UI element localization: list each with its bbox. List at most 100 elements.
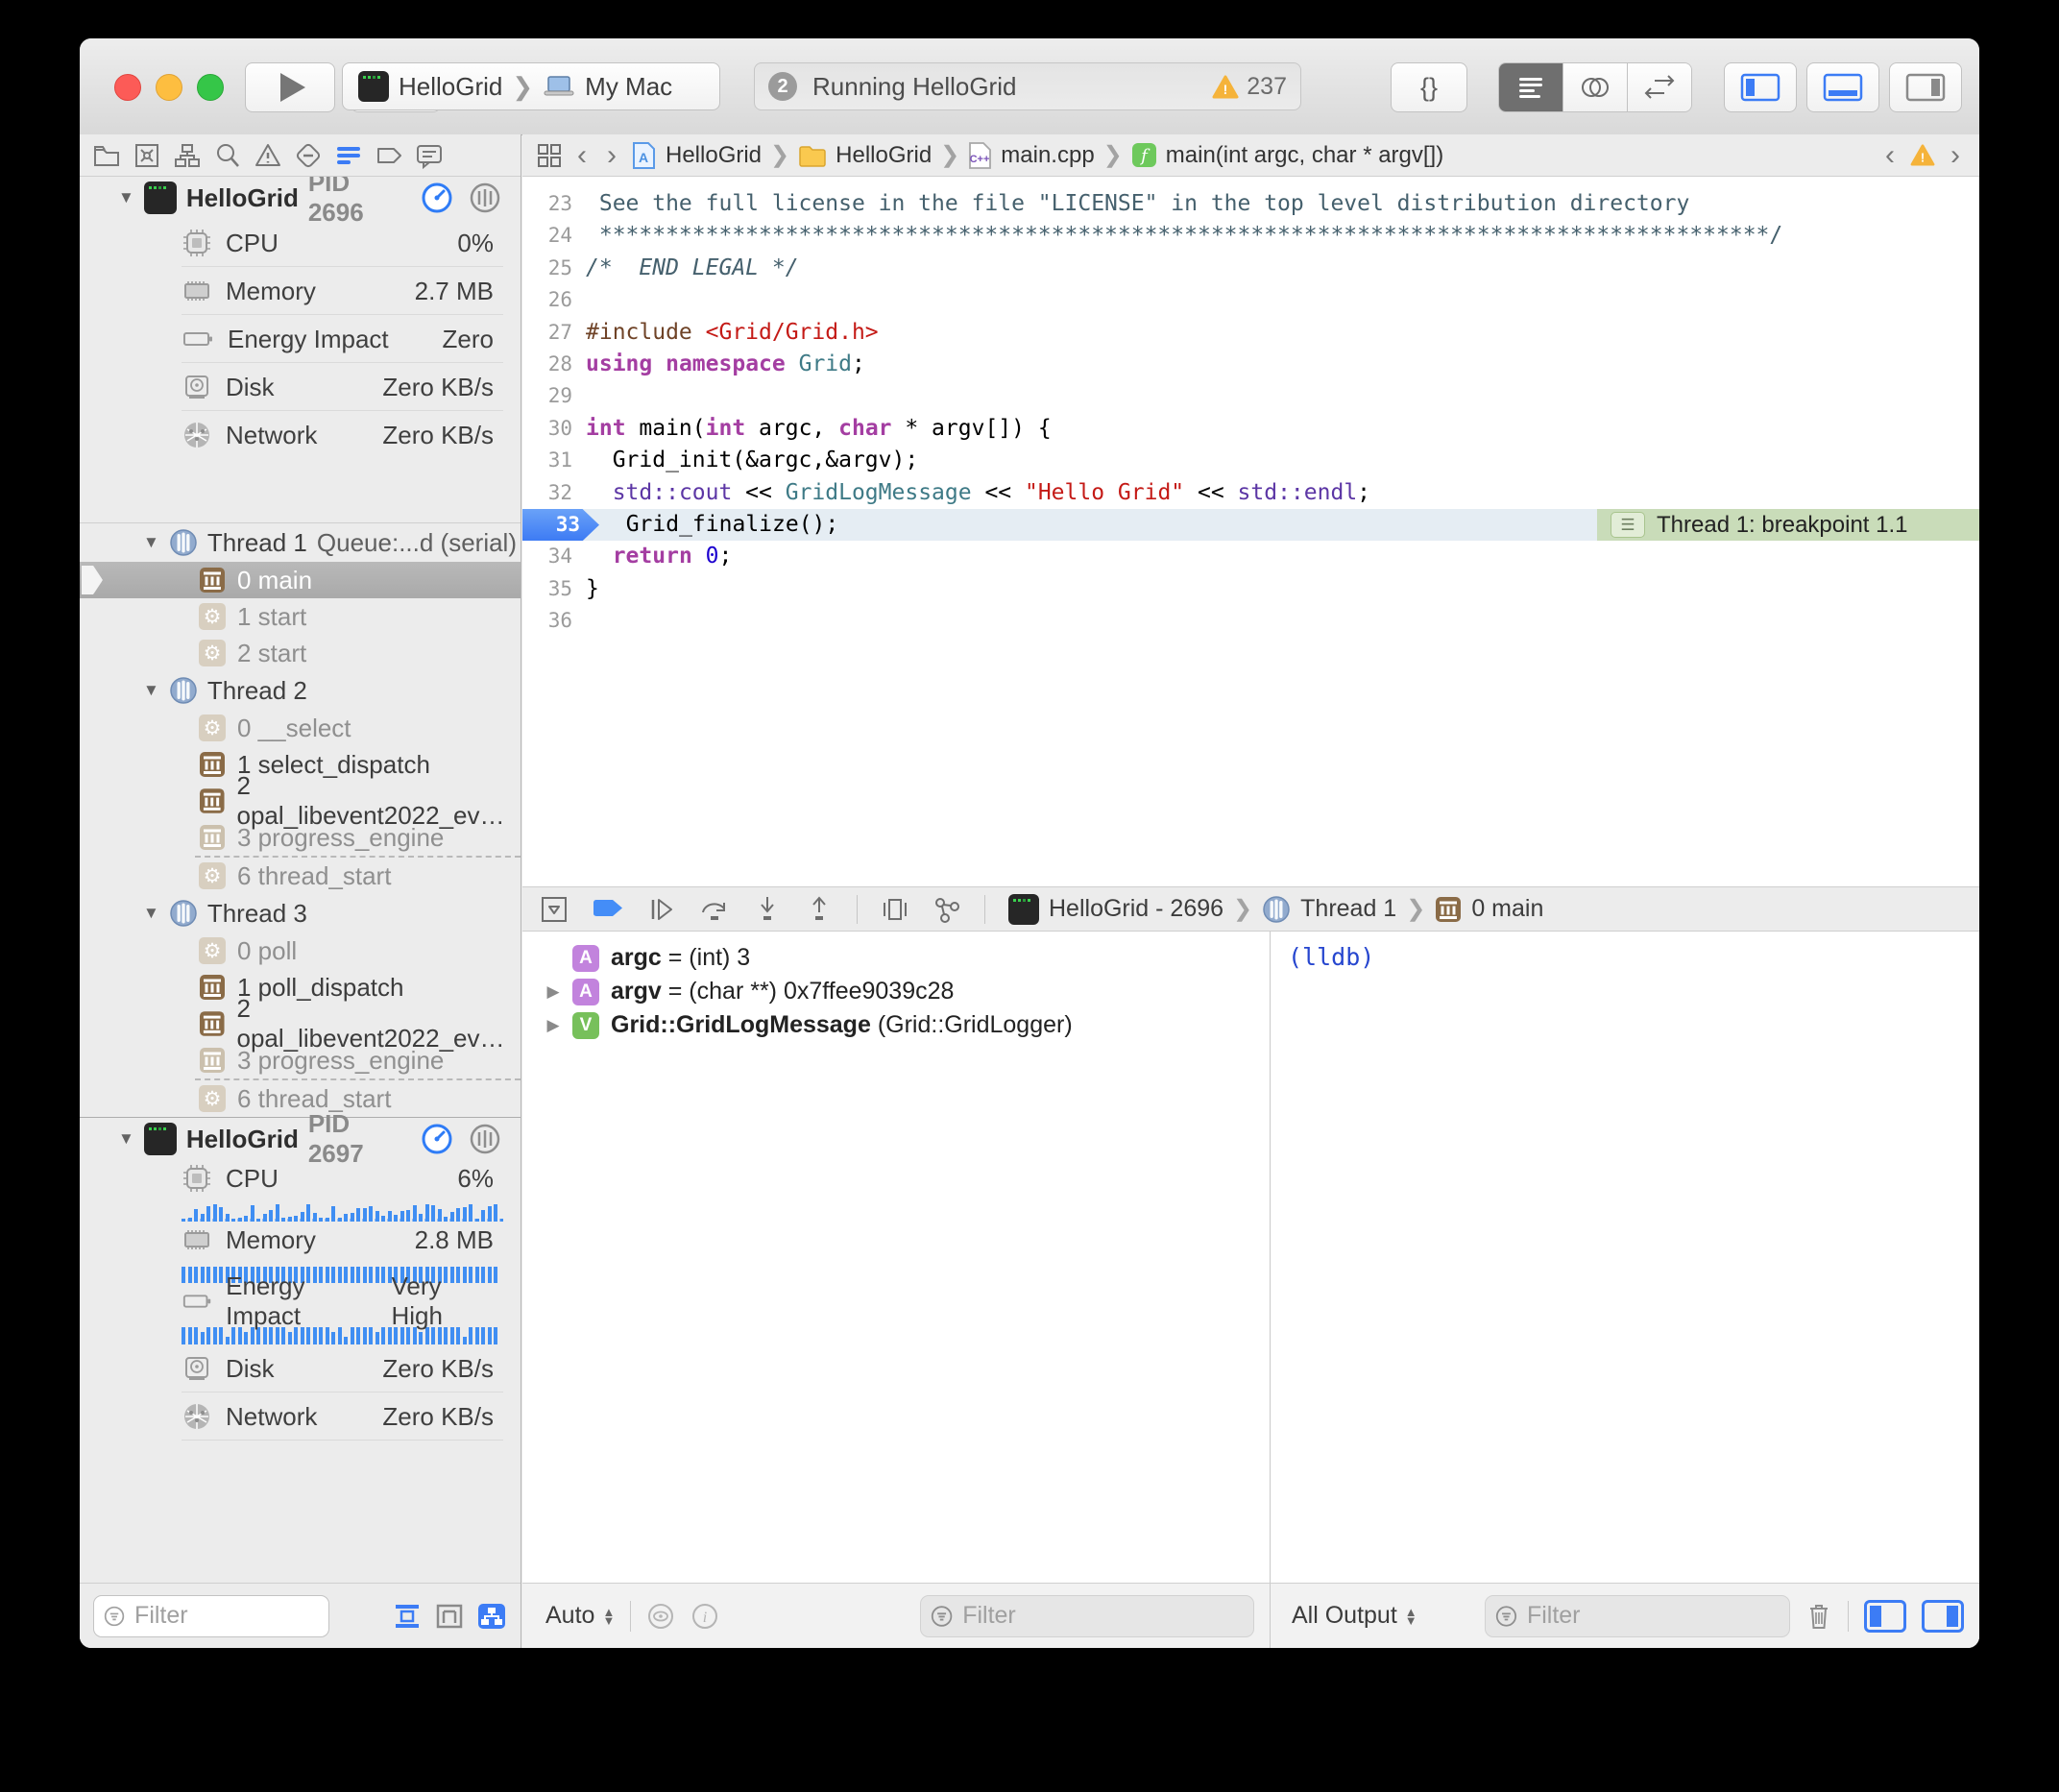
code-line[interactable]: 26 — [522, 284, 1979, 316]
variable-row[interactable]: ▶ V Grid::GridLogMessage (Grid::GridLogg… — [522, 1008, 1270, 1042]
threads-view-icon[interactable] — [469, 1123, 501, 1155]
line-number[interactable]: 34 — [522, 541, 586, 572]
stat-row-memory[interactable]: Memory 2.7 MB — [80, 267, 521, 315]
stack-frame-row[interactable]: ⚙6 thread_start — [80, 858, 521, 894]
show-console-toggle[interactable] — [1922, 1600, 1964, 1633]
flatten-stack-toggle-icon[interactable] — [392, 1602, 423, 1631]
stack-frame-row[interactable]: ⚙1 start — [80, 598, 521, 635]
filter-input[interactable] — [960, 1601, 1244, 1631]
line-number[interactable]: 29 — [522, 380, 586, 412]
zoom-window-button[interactable] — [197, 74, 224, 101]
step-out-icon[interactable] — [805, 895, 834, 924]
stack-frame-row[interactable]: ⚙6 thread_start — [80, 1080, 521, 1117]
warning-count[interactable]: ! 237 — [1212, 73, 1287, 101]
gauge-icon[interactable] — [421, 182, 453, 214]
stack-frame-row[interactable]: 2 opal_libevent2022_ev… — [80, 783, 521, 819]
code-line[interactable]: 28using namespace Grid; — [522, 349, 1979, 380]
line-number[interactable]: 25 — [522, 253, 586, 284]
stack-frame-row[interactable]: 3 progress_engine — [80, 819, 521, 856]
step-over-icon[interactable] — [699, 895, 730, 924]
toggle-inspector-button[interactable] — [1889, 62, 1962, 112]
line-number[interactable]: 30 — [522, 413, 586, 445]
breakpoints-enabled-icon[interactable] — [592, 897, 624, 922]
disclosure-triangle[interactable]: ▼ — [143, 533, 159, 552]
stack-frame-row[interactable]: 2 opal_libevent2022_ev… — [80, 1005, 521, 1042]
tab-source-control-navigator[interactable] — [132, 140, 161, 170]
crumb-symbol[interactable]: main(int argc, char * argv[]) — [1166, 142, 1443, 169]
debug-crumb-frame[interactable]: 0 main — [1471, 895, 1543, 923]
console-scope-popup[interactable]: All Output ▲▼ — [1292, 1602, 1417, 1630]
assistant-editor-button[interactable] — [1562, 63, 1627, 111]
gauge-icon[interactable] — [421, 1123, 453, 1155]
tab-report-navigator[interactable] — [414, 140, 444, 170]
variables-scope-popup[interactable]: Auto ▲▼ — [545, 1602, 615, 1630]
debug-crumb-process[interactable]: HelloGrid - 2696 — [1049, 895, 1223, 923]
variables-filter-field[interactable] — [920, 1595, 1254, 1637]
stack-frame-row[interactable]: ⚙2 start — [80, 635, 521, 671]
run-button[interactable] — [245, 62, 335, 112]
thread-header[interactable]: ▼ Thread 2 — [80, 671, 521, 710]
disclosure-triangle[interactable]: ▼ — [118, 1129, 134, 1149]
stack-frame-row[interactable]: 3 progress_engine — [80, 1042, 521, 1078]
console[interactable]: (lldb) — [1270, 932, 1979, 1583]
line-number[interactable]: 35 — [522, 573, 586, 605]
stack-frame-row[interactable]: 0 main — [80, 562, 521, 598]
stat-row-cpu[interactable]: CPU 6% — [80, 1160, 521, 1197]
library-button[interactable]: {} — [1391, 62, 1467, 112]
hide-debug-area-icon[interactable] — [540, 895, 569, 924]
stat-row-cpu[interactable]: CPU 0% — [80, 219, 521, 267]
crumb-project[interactable]: HelloGrid — [666, 142, 762, 169]
stack-frame-row[interactable]: ⚙0 __select — [80, 710, 521, 746]
stat-row-disk[interactable]: Disk Zero KB/s — [80, 1344, 521, 1392]
code-line[interactable]: 32 std::cout << GridLogMessage << "Hello… — [522, 477, 1979, 509]
breakpoint-actions-icon[interactable]: ☰ — [1611, 512, 1645, 538]
related-items-icon[interactable] — [536, 142, 563, 169]
close-window-button[interactable] — [114, 74, 141, 101]
toggle-navigator-button[interactable] — [1724, 62, 1797, 112]
disclosure-triangle[interactable]: ▶ — [545, 1016, 561, 1035]
activity-view[interactable]: 2 Running HelloGrid ! 237 — [754, 62, 1301, 110]
line-number[interactable]: 31 — [522, 445, 586, 476]
line-number[interactable]: 32 — [522, 477, 586, 509]
back-button[interactable]: ‹ — [571, 139, 593, 172]
code-line[interactable]: 29 — [522, 380, 1979, 412]
show-processes-by-queue-toggle-icon[interactable] — [476, 1602, 507, 1631]
crumb-group[interactable]: HelloGrid — [836, 142, 932, 169]
line-number[interactable]: 24 — [522, 220, 586, 252]
disclosure-triangle[interactable]: ▼ — [143, 904, 159, 923]
variable-row[interactable]: ▶ A argv = (char **) 0x7ffee9039c28 — [522, 975, 1270, 1008]
standard-editor-button[interactable] — [1499, 63, 1562, 111]
debug-crumb-thread[interactable]: Thread 1 — [1300, 895, 1396, 923]
console-filter-field[interactable] — [1485, 1595, 1790, 1637]
info-icon[interactable]: i — [690, 1602, 719, 1631]
minimize-window-button[interactable] — [156, 74, 182, 101]
disclosure-triangle[interactable]: ▼ — [143, 681, 159, 700]
scheme-selector[interactable]: HelloGrid ❯ My Mac — [342, 62, 720, 110]
process-header-2697[interactable]: ▼ HelloGrid PID 2697 — [80, 1118, 521, 1160]
variables-view[interactable]: A argc = (int) 3 ▶ A argv = (char **) 0x… — [522, 932, 1270, 1583]
tab-test-navigator[interactable] — [293, 140, 323, 170]
code-line[interactable]: 23 See the full license in the file "LIC… — [522, 188, 1979, 220]
version-editor-button[interactable] — [1627, 63, 1691, 111]
threads-view-icon[interactable] — [469, 182, 501, 214]
disclosure-triangle[interactable]: ▼ — [118, 188, 134, 207]
stat-row-memory[interactable]: Memory 2.8 MB — [80, 1222, 521, 1258]
line-number[interactable]: 26 — [522, 284, 586, 316]
code-line[interactable]: 31 Grid_init(&argc,&argv); — [522, 445, 1979, 476]
stat-row-energy[interactable]: Energy Impact Very High — [80, 1283, 521, 1320]
navigator-filter-field[interactable] — [93, 1595, 329, 1637]
tab-issue-navigator[interactable] — [253, 140, 282, 170]
stat-row-network[interactable]: Network Zero KB/s — [80, 411, 521, 459]
code-line[interactable]: 24 *************************************… — [522, 220, 1979, 252]
code-line[interactable]: 30int main(int argc, char * argv[]) { — [522, 413, 1979, 445]
line-number[interactable]: 36 — [522, 605, 586, 637]
crumb-file[interactable]: main.cpp — [1001, 142, 1094, 169]
thread-header[interactable]: ▼ Thread 1Queue:...d (serial) — [80, 523, 521, 562]
show-variables-view-toggle[interactable] — [1864, 1600, 1906, 1633]
tab-find-navigator[interactable] — [212, 140, 242, 170]
tab-symbol-navigator[interactable] — [172, 140, 202, 170]
variable-row[interactable]: A argc = (int) 3 — [522, 941, 1270, 975]
clear-console-trash-icon[interactable] — [1805, 1601, 1832, 1632]
line-number[interactable]: 23 — [522, 188, 586, 220]
source-editor[interactable]: 23 See the full license in the file "LIC… — [522, 177, 1979, 898]
